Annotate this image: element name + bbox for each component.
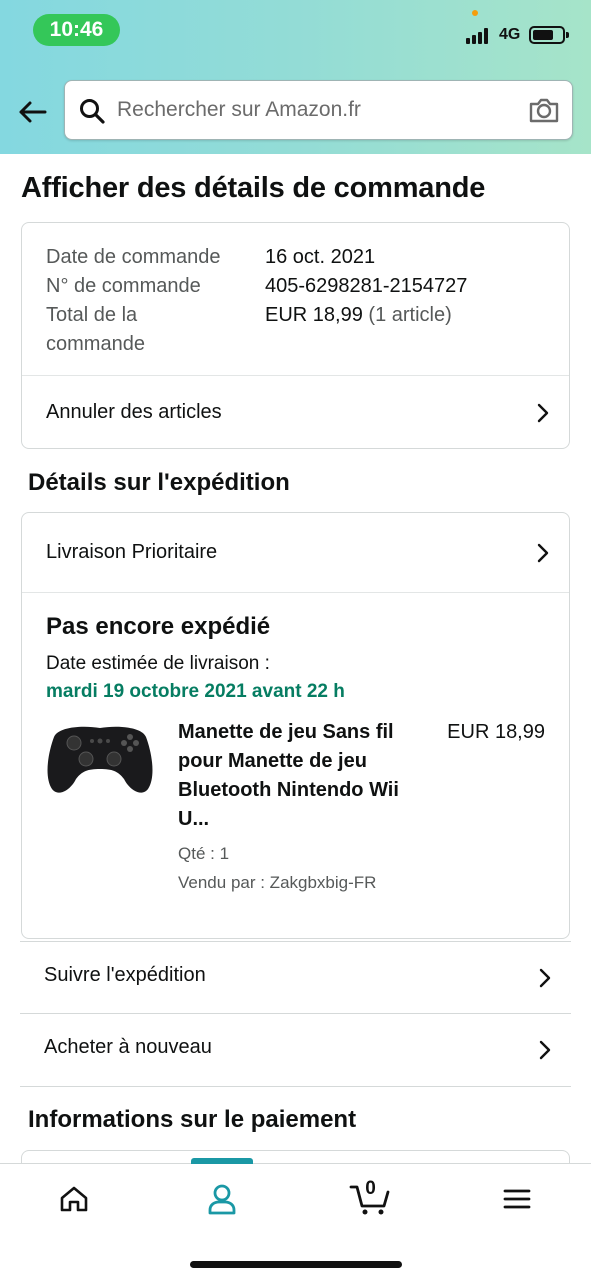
order-total-amount: EUR 18,99 (265, 304, 363, 326)
cancel-items-label: Annuler des articles (46, 401, 222, 423)
order-number-row: N° de commande 405-6298281-2154727 (46, 272, 546, 301)
order-total-count: (1 article) (368, 304, 452, 326)
status-bar: 10:46 4G (0, 0, 591, 60)
search-input[interactable] (117, 81, 517, 139)
nav-cart[interactable]: 0 (320, 1164, 420, 1234)
bottom-navigation: 0 (0, 1158, 591, 1280)
track-shipment-link[interactable]: Suivre l'expédition (20, 941, 571, 1014)
order-number-label: N° de commande (46, 275, 201, 297)
order-total-row: Total de la commande EUR 18,99 (1 articl… (46, 301, 546, 359)
delivery-estimate-date: mardi 19 octobre 2021 avant 22 h (46, 681, 345, 702)
nav-menu[interactable] (467, 1164, 567, 1234)
product-title[interactable]: Manette de jeu Sans fil pour Manette de … (178, 718, 428, 834)
delivery-method-link[interactable]: Livraison Prioritaire (22, 513, 569, 592)
buy-again-link[interactable]: Acheter à nouveau (20, 1014, 571, 1087)
user-icon (208, 1184, 236, 1215)
back-button[interactable] (14, 94, 50, 130)
order-total-label: Total de la commande (46, 304, 145, 355)
network-type: 4G (499, 26, 521, 43)
search-bar[interactable] (64, 80, 573, 140)
app-header: 10:46 4G (0, 0, 591, 154)
chevron-right-icon (539, 1040, 551, 1060)
chevron-right-icon (537, 543, 549, 562)
camera-icon[interactable] (528, 96, 560, 124)
shipment-card: Livraison Prioritaire Pas encore expédié… (21, 512, 570, 939)
signal-icon (466, 28, 492, 44)
order-date-row: Date de commande 16 oct. 2021 (46, 243, 546, 272)
product-price: EUR 18,99 (447, 721, 545, 743)
home-icon (60, 1186, 88, 1212)
nav-account[interactable] (172, 1164, 272, 1234)
page-title: Afficher des détails de commande (21, 172, 486, 204)
status-time: 10:46 (33, 14, 120, 46)
privacy-indicator-dot (472, 10, 478, 16)
product-image[interactable] (44, 719, 156, 799)
order-summary-card: Date de commande 16 oct. 2021 N° de comm… (21, 222, 570, 449)
track-shipment-label: Suivre l'expédition (44, 964, 206, 986)
divider (22, 592, 569, 593)
delivery-method-label: Livraison Prioritaire (46, 541, 218, 563)
cart-count-badge: 0 (365, 1178, 376, 1199)
order-summary-grid: Date de commande 16 oct. 2021 N° de comm… (46, 243, 546, 359)
hamburger-menu-icon (503, 1189, 531, 1209)
chevron-right-icon (539, 968, 551, 988)
order-total-value: EUR 18,99 (1 article) (265, 301, 452, 359)
order-date-label: Date de commande (46, 246, 221, 268)
back-arrow-icon (19, 101, 47, 123)
product-quantity: Qté : 1 (178, 844, 230, 863)
order-number-value: 405-6298281-2154727 (265, 275, 468, 297)
shipment-status: Pas encore expédié (46, 613, 271, 640)
payment-section-title: Informations sur le paiement (28, 1106, 357, 1133)
nav-home[interactable] (24, 1164, 124, 1234)
delivery-estimate-label: Date estimée de livraison : (46, 653, 270, 674)
order-date-value: 16 oct. 2021 (265, 246, 376, 268)
battery-icon (529, 26, 569, 44)
home-indicator (190, 1261, 402, 1268)
product-seller: Vendu par : Zakgbxbig-FR (178, 873, 377, 892)
search-icon (80, 99, 105, 124)
shipping-section-title: Détails sur l'expédition (28, 469, 290, 496)
buy-again-label: Acheter à nouveau (44, 1036, 212, 1058)
cancel-items-link[interactable]: Annuler des articles (22, 376, 569, 449)
chevron-right-icon (537, 403, 549, 422)
